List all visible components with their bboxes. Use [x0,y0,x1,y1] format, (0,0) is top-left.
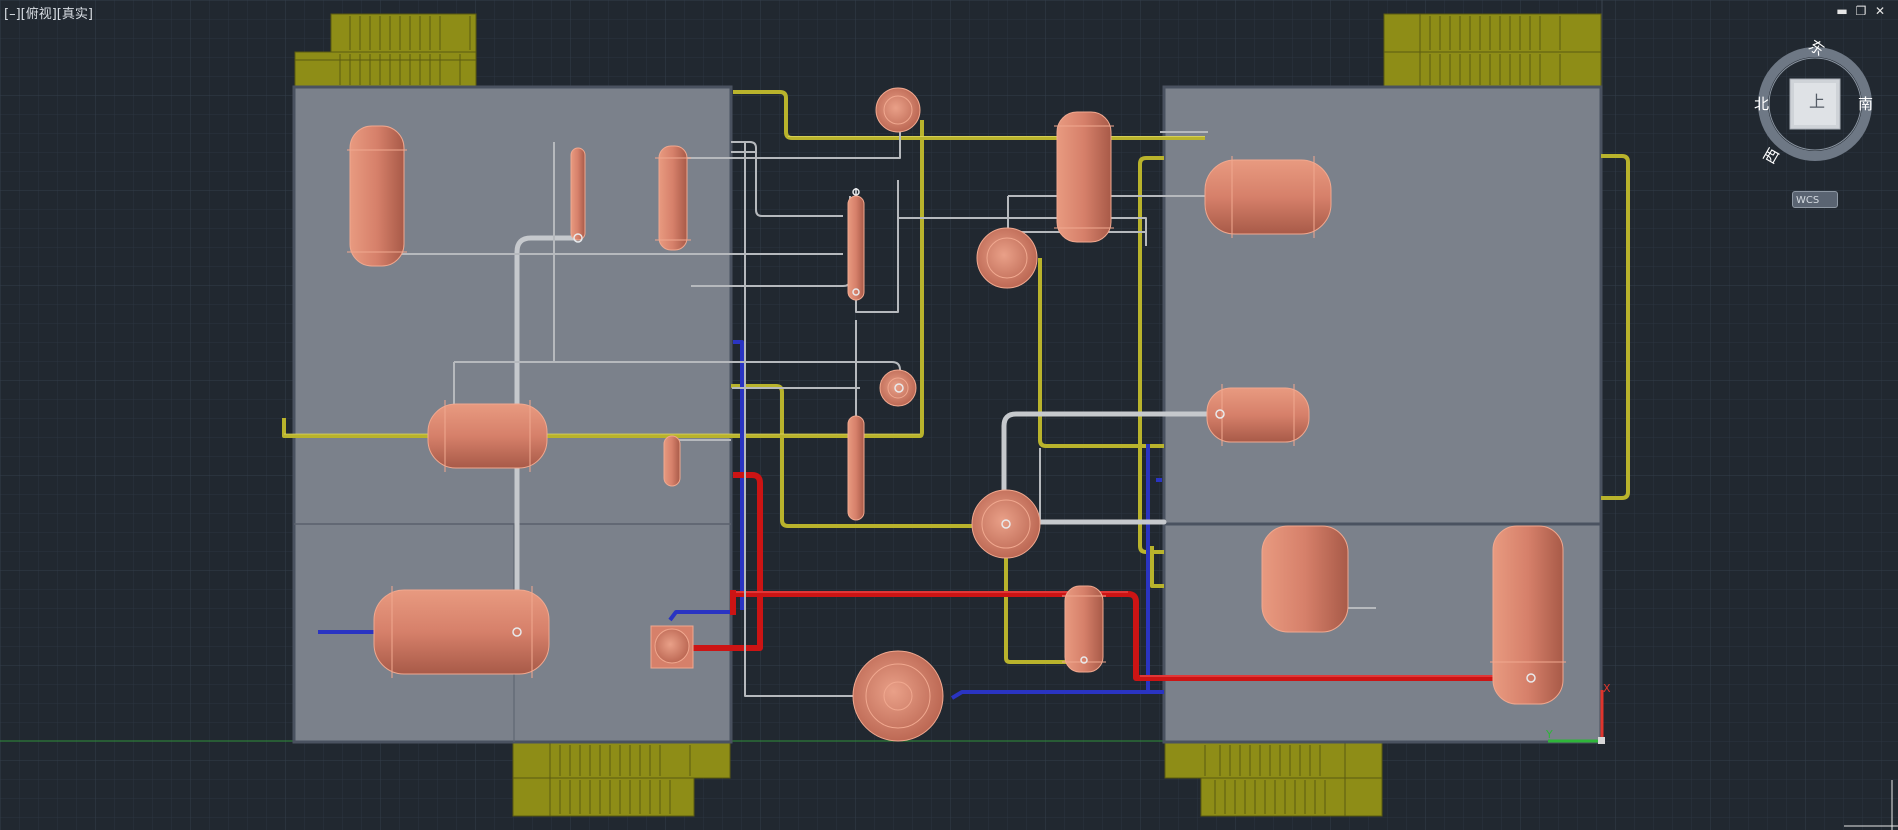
vessel-horizontal-mid-right[interactable] [1206,384,1310,446]
vessel-horizontal-mid-left[interactable] [427,400,548,472]
minimize-button[interactable]: ▬ [1835,4,1849,18]
vessel-horizontal-top-right[interactable] [1204,156,1332,238]
wcs-label: WCS [1796,195,1820,206]
compass-south[interactable]: 南 [1858,96,1873,112]
restore-button[interactable]: ❐ [1854,4,1868,18]
viewcube-face-label[interactable]: 上 [1809,94,1825,110]
drawing-viewport[interactable]: X Y [–][俯视][真实] ▬ ❐ ✕ 上 北 南 东 西 WCS [0,0,1898,830]
wcs-menu[interactable]: WCS [1792,191,1838,208]
vessel-vertical-lower-right-2[interactable] [1490,525,1566,705]
pump-base-left[interactable] [650,625,694,669]
plant-model[interactable]: X Y [0,0,1898,830]
close-button[interactable]: ✕ [1873,4,1887,18]
vessel-sphere-top[interactable] [875,87,921,133]
ucs-y-label: Y [1545,728,1553,741]
viewcube[interactable]: 上 北 南 东 西 [1754,36,1874,170]
vessel-vertical-small-2[interactable] [655,145,691,251]
column-center-lower[interactable] [847,415,865,521]
vessel-vertical-center-right[interactable] [1054,111,1114,243]
ucs-x-label: X [1603,682,1611,695]
stairs-top-right[interactable] [1383,13,1602,88]
vessel-horizontal-large-left[interactable] [373,586,550,678]
vessel-sphere-lower-center[interactable] [971,489,1041,559]
vessel-vertical-lower-right-1[interactable] [1261,525,1349,633]
vessel-vertical-large-left[interactable] [347,125,407,267]
vessel-sphere-small-center[interactable] [879,369,917,407]
column-small-3[interactable] [663,435,681,487]
grid-major [0,0,1898,830]
column-small-1[interactable] [570,147,586,241]
vessel-sphere-medium-center[interactable] [976,227,1038,289]
viewport-controls-label[interactable]: [–][俯视][真实] [4,3,93,22]
compass-north[interactable]: 北 [1754,96,1769,112]
column-center-tall[interactable] [847,195,865,301]
vessel-sphere-large-bottom[interactable] [852,650,944,742]
vessel-vertical-small-center[interactable] [1062,585,1106,673]
